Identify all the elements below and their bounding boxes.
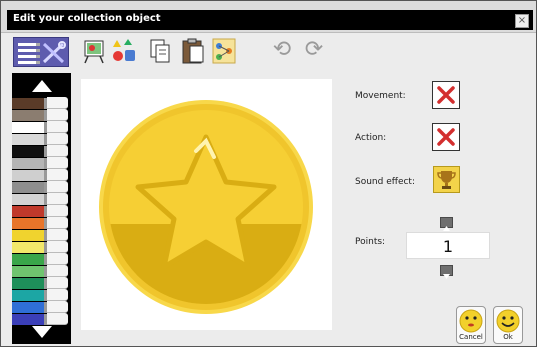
background-image-button[interactable] bbox=[83, 38, 105, 64]
marker-cap bbox=[47, 109, 68, 121]
easel-icon bbox=[84, 40, 104, 64]
marker-body bbox=[12, 146, 44, 157]
connect-button[interactable] bbox=[212, 38, 236, 64]
marker-cap bbox=[47, 145, 68, 157]
palette-down-button[interactable] bbox=[12, 321, 71, 343]
marker-body bbox=[12, 158, 44, 169]
marker-body bbox=[12, 98, 44, 109]
marker-cap bbox=[47, 121, 68, 133]
marker-body bbox=[12, 134, 44, 145]
marker-body bbox=[12, 230, 44, 241]
x-mark-icon bbox=[437, 128, 455, 146]
marker-body bbox=[12, 218, 44, 229]
marker-body bbox=[12, 302, 44, 313]
triangle-up-icon bbox=[31, 80, 52, 92]
cancel-label: Cancel bbox=[459, 333, 483, 341]
marker-cap bbox=[47, 241, 68, 253]
close-button[interactable]: × bbox=[515, 14, 529, 28]
object-preview[interactable] bbox=[81, 79, 332, 330]
copy-button[interactable] bbox=[149, 38, 171, 64]
nodes-icon bbox=[212, 38, 236, 64]
marker-cap bbox=[47, 265, 68, 277]
marker-body bbox=[12, 290, 44, 301]
points-field[interactable]: 1 bbox=[406, 232, 490, 259]
marker-cap bbox=[47, 277, 68, 289]
marker-body bbox=[12, 254, 44, 265]
triangle-down-icon bbox=[31, 326, 52, 338]
marker-cap bbox=[47, 205, 68, 217]
marker-body bbox=[12, 182, 44, 193]
sound-effect-button[interactable] bbox=[433, 166, 460, 193]
marker-cap bbox=[47, 181, 68, 193]
neutral-face-icon bbox=[459, 309, 483, 333]
marker-cap bbox=[47, 169, 68, 181]
paste-icon bbox=[182, 38, 204, 64]
marker-cap bbox=[47, 193, 68, 205]
marker-body bbox=[12, 194, 44, 205]
marker-cap bbox=[47, 229, 68, 241]
marker-cap bbox=[47, 217, 68, 229]
marker-cap bbox=[47, 301, 68, 313]
marker-cap bbox=[47, 97, 68, 109]
dialog-window: Edit your collection object × ⟲ ⟳ Moveme… bbox=[0, 0, 537, 347]
marker-cap bbox=[47, 253, 68, 265]
title-bar: Edit your collection object × bbox=[1, 1, 536, 33]
dialog-title: Edit your collection object bbox=[13, 13, 161, 24]
marker-cap bbox=[47, 133, 68, 145]
gold-star-coin-icon bbox=[99, 100, 313, 314]
marker-body bbox=[12, 122, 44, 133]
triangle-down-icon bbox=[443, 274, 450, 279]
tools-icon bbox=[42, 41, 66, 64]
ok-button[interactable]: Ok bbox=[493, 306, 523, 344]
points-increase-button[interactable] bbox=[440, 217, 453, 231]
action-label: Action: bbox=[355, 133, 387, 143]
paste-button[interactable] bbox=[181, 38, 204, 64]
smiley-face-icon bbox=[496, 309, 520, 333]
marker-cap bbox=[47, 289, 68, 301]
marker-body bbox=[12, 242, 44, 253]
cancel-button[interactable]: Cancel bbox=[456, 306, 486, 344]
movement-label: Movement: bbox=[355, 91, 406, 101]
ok-label: Ok bbox=[503, 333, 513, 341]
points-label: Points: bbox=[355, 237, 386, 247]
points-decrease-button[interactable] bbox=[440, 265, 453, 279]
objects-library-button[interactable] bbox=[112, 38, 135, 64]
marker-cap bbox=[47, 157, 68, 169]
marker-body bbox=[12, 170, 44, 181]
marker-body bbox=[12, 110, 44, 121]
action-select-button[interactable] bbox=[432, 123, 460, 151]
marker-body bbox=[12, 206, 44, 217]
toolset-button[interactable] bbox=[13, 37, 69, 67]
movement-select-button[interactable] bbox=[432, 81, 460, 109]
x-mark-icon bbox=[437, 86, 455, 104]
palette-up-button[interactable] bbox=[12, 75, 71, 97]
redo-button[interactable]: ⟳ bbox=[303, 38, 325, 62]
marker-list-icon bbox=[18, 43, 40, 67]
shapes-icon bbox=[113, 39, 135, 61]
marker-palette bbox=[12, 73, 71, 344]
marker-body bbox=[12, 278, 44, 289]
sound-effect-label: Sound effect: bbox=[355, 177, 415, 187]
marker-body bbox=[12, 266, 44, 277]
copy-icon bbox=[150, 39, 170, 63]
trophy-icon bbox=[437, 171, 456, 189]
undo-button[interactable]: ⟲ bbox=[271, 38, 293, 62]
